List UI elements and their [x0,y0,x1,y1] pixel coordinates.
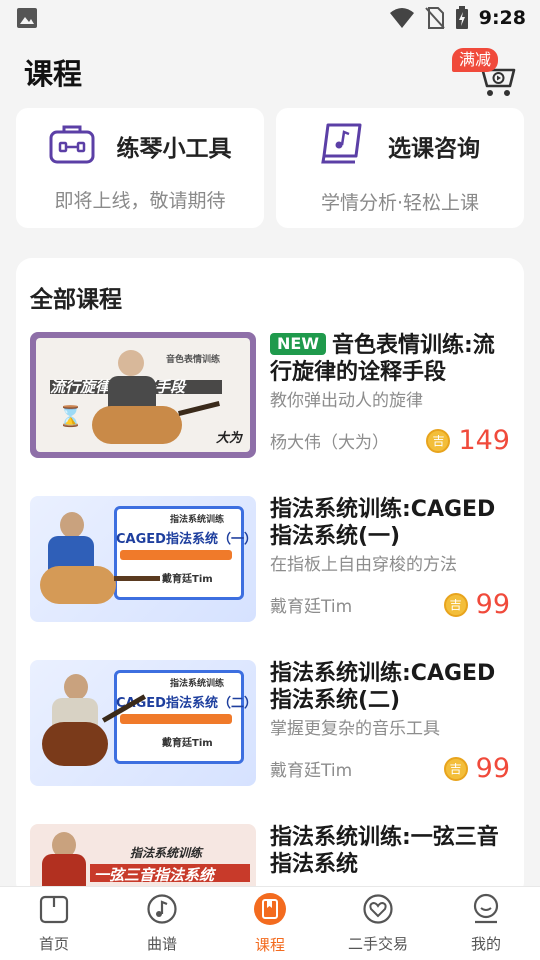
tool-row: 练琴小工具 即将上线，敬请期待 选课咨询 学情分析·轻松上课 [0,108,540,228]
practice-tools-card[interactable]: 练琴小工具 即将上线，敬请期待 [16,108,264,228]
course-title: 指法系统训练:一弦三音指法系统 [270,825,499,877]
trade-heart-icon [362,893,394,929]
toolbox-icon [49,124,95,168]
page-title: 课程 [24,57,83,91]
course-desc: 在指板上自由穿梭的方法 [270,555,457,575]
course-consult-title: 选课咨询 [388,135,480,162]
thumb-signature: 戴育廷Tim [162,738,213,749]
course-title: 指法系统训练:CAGED指法系统(一) [270,497,496,549]
wifi-icon [389,8,414,28]
course-consult-card[interactable]: 选课咨询 学情分析·轻松上课 [276,108,524,228]
tab-sheet-music[interactable]: 曲谱 [108,887,216,960]
course-title: 指法系统训练:CAGED指法系统(二) [270,661,496,713]
tab-profile[interactable]: 我的 [432,887,540,960]
thumb-subtitle: 音色表情训练 [166,355,221,365]
status-time: 9:28 [478,7,526,29]
course-thumbnail: 指法系统训练 CAGED指法系统（二） 戴育廷Tim [30,660,256,786]
all-courses-section: 全部课程 音色表情训练 流行旋律的诠释手段 ⌛ 大为 NEW音色表情训练:流行旋… [16,258,524,898]
no-sim-icon [424,7,445,29]
thumb-signature: 大为 [215,431,242,446]
course-thumbnail: 音色表情训练 流行旋律的诠释手段 ⌛ 大为 [30,332,256,458]
course-title: NEW 音色表情训练:流行旋律的诠释手段 [270,333,495,385]
music-note-icon [146,893,178,929]
course-item[interactable]: 指法系统训练 CAGED指法系统（一） 戴育廷Tim 指法系统训练:CAGED指… [30,496,510,622]
header: 课程 满减 [0,36,540,108]
course-teacher: 戴育廷Tim [270,761,353,781]
tab-home[interactable]: 首页 [0,887,108,960]
course-consult-subtitle: 学情分析·轻松上课 [320,191,480,214]
profile-icon [470,893,502,929]
course-item[interactable]: 指法系统训练 CAGED指法系统（二） 戴育廷Tim 指法系统训练:CAGED指… [30,660,510,786]
course-desc: 掌握更复杂的音乐工具 [270,719,440,739]
battery-charging-icon [455,6,468,29]
course-price: 吉 149 [426,425,510,456]
thumb-title: CAGED指法系统（一） [116,532,256,547]
course-price: 吉 99 [443,589,510,620]
tab-courses[interactable]: 课程 [216,887,324,960]
course-price: 吉 99 [443,753,510,784]
gallery-icon [17,8,37,28]
price-value: 99 [475,753,510,784]
status-bar: 9:28 [0,0,540,36]
practice-tools-subtitle: 即将上线，敬请期待 [54,189,226,212]
cart-button[interactable]: 满减 [448,42,518,102]
all-courses-title: 全部课程 [30,287,122,313]
course-desc: 教你弹出动人的旋律 [270,391,423,411]
course-thumbnail: 指法系统训练 CAGED指法系统（一） 戴育廷Tim [30,496,256,622]
coin-icon: 吉 [443,756,468,781]
cart-promo-badge: 满减 [452,48,499,72]
course-teacher: 戴育廷Tim [270,597,353,617]
music-book-icon [320,122,366,170]
course-item[interactable]: 音色表情训练 流行旋律的诠释手段 ⌛ 大为 NEW音色表情训练:流行旋律的诠释手… [30,332,510,458]
practice-tools-title: 练琴小工具 [116,135,232,162]
coin-icon: 吉 [443,592,468,617]
price-value: 149 [458,425,510,456]
tab-second-hand[interactable]: 二手交易 [324,887,432,960]
thumb-subtitle: 指法系统训练 [170,679,225,689]
course-teacher: 杨大伟（大为） [270,433,389,453]
bottom-tab-bar: 首页 曲谱 课程 二手交易 我的 [0,886,540,960]
course-book-icon [253,892,287,930]
thumb-title: 一弦三音指法系统 [94,866,215,884]
home-icon [38,893,70,929]
thumb-signature: 戴育廷Tim [162,574,213,585]
coin-icon: 吉 [426,428,451,453]
thumb-subtitle: 指法系统训练 [130,846,203,860]
thumb-subtitle: 指法系统训练 [170,515,225,525]
price-value: 99 [475,589,510,620]
new-badge: NEW [270,333,326,355]
